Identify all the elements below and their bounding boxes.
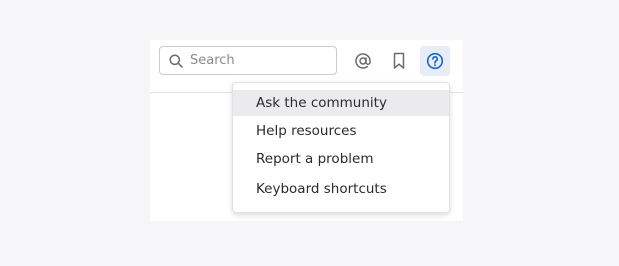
help-circle-icon xyxy=(426,52,444,70)
help-menu: Ask the community Help resources Report … xyxy=(232,82,450,213)
search-box[interactable] xyxy=(159,46,337,75)
mentions-button[interactable] xyxy=(348,46,378,76)
bookmark-icon xyxy=(393,52,405,69)
search-input[interactable] xyxy=(190,50,330,71)
menu-item-ask-community[interactable]: Ask the community xyxy=(233,90,449,116)
search-icon xyxy=(169,54,183,68)
menu-item-help-resources[interactable]: Help resources xyxy=(233,118,449,144)
saved-items-button[interactable] xyxy=(384,46,414,76)
menu-item-report-problem[interactable]: Report a problem xyxy=(233,146,449,172)
menu-item-keyboard-shortcuts[interactable]: Keyboard shortcuts xyxy=(233,176,449,202)
help-button[interactable] xyxy=(420,46,450,76)
at-sign-icon xyxy=(355,53,371,69)
